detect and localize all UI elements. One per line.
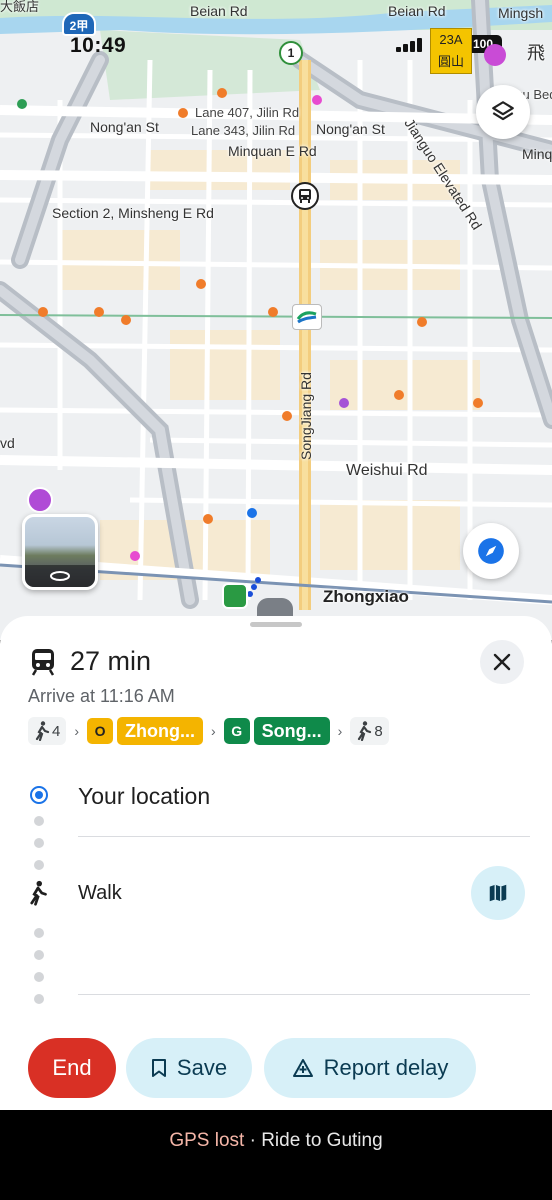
map-label-lane-343: Lane 343, Jilin Rd — [191, 123, 296, 138]
walk-icon — [358, 721, 372, 741]
status-separator: · — [244, 1130, 262, 1151]
restaurant-poi-icon[interactable] — [27, 487, 53, 513]
warning-plus-icon — [292, 1059, 313, 1077]
show-on-map-button[interactable] — [471, 866, 525, 920]
map-view[interactable]: 大飯店 Beian Rd Beian Rd Mingsh Nong'an St … — [0, 0, 552, 640]
walk-end-minutes: 8 — [374, 722, 383, 740]
map-label-minquan-e-rd: Minquan E Rd — [228, 143, 317, 159]
map-label-fei: 飛 — [527, 43, 545, 63]
action-bar: End Save Report delay — [0, 1024, 552, 1110]
train-icon — [31, 648, 55, 676]
map-label-minquan-right: Minquan — [522, 146, 552, 162]
trip-summary: 27 min — [30, 646, 151, 677]
chevron-right-icon: › — [337, 723, 343, 739]
bus-icon — [299, 189, 311, 203]
streetview-thumbnail[interactable] — [22, 514, 98, 590]
timeline-dot — [34, 928, 44, 938]
navigation-status-bar[interactable]: GPS lost · Ride to Guting — [0, 1110, 552, 1200]
step-line-green: G Song... — [223, 717, 330, 745]
bus-stop-marker[interactable] — [291, 182, 319, 210]
map-label-beian-rd-right: Beian Rd — [388, 3, 446, 19]
timeline-dot — [34, 838, 44, 848]
save-button-label: Save — [176, 1055, 228, 1080]
origin-dot-icon — [30, 786, 48, 804]
navigation-status-text: GPS lost · Ride to Guting — [0, 1130, 552, 1152]
close-icon — [493, 653, 511, 671]
walk-step-icon — [28, 880, 48, 911]
map-label-nongan-st-left: Nong'an St — [90, 119, 159, 135]
bookmark-icon — [151, 1059, 166, 1077]
compass-icon — [478, 538, 504, 564]
compass-button[interactable] — [463, 523, 519, 579]
ride-destination: Ride to Guting — [261, 1130, 383, 1151]
report-delay-button[interactable]: Report delay — [264, 1038, 476, 1098]
line-code-orange: O — [87, 718, 114, 744]
map-label-lane-407: Lane 407, Jilin Rd — [195, 105, 300, 120]
origin-label[interactable]: Your location — [78, 783, 210, 810]
route-steps[interactable]: 4 › O Zhong... › G Song... › 8 — [28, 717, 389, 745]
step-walk-end: 8 — [350, 717, 389, 745]
end-button-label: End — [52, 1055, 92, 1080]
walk-step-label[interactable]: Walk — [78, 882, 122, 905]
map-label-beian-rd-left: Beian Rd — [190, 3, 248, 19]
map-label-hotel: 大飯店 — [0, 0, 40, 14]
poi-pin-icon[interactable] — [484, 44, 506, 66]
timeline-dot — [34, 994, 44, 1004]
close-button[interactable] — [480, 640, 524, 684]
map-label-weishui-rd: Weishui Rd — [346, 462, 428, 479]
map-label-vd: vd — [0, 435, 15, 451]
map-label-section2-minsheng: Section 2, Minsheng E Rd — [52, 205, 214, 221]
signal-icon — [396, 38, 424, 52]
timeline-dot — [34, 816, 44, 826]
line-code-green: G — [223, 718, 250, 744]
rotate-360-icon — [25, 565, 95, 587]
line-name-green: Song... — [253, 717, 330, 745]
divider — [78, 836, 530, 837]
timeline-dot — [34, 972, 44, 982]
arrival-time: Arrive at 11:16 AM — [28, 686, 175, 706]
metro-station-marker[interactable] — [292, 304, 322, 330]
chevron-right-icon: › — [211, 723, 216, 739]
divider — [78, 994, 530, 995]
report-delay-label: Report delay — [323, 1055, 449, 1080]
end-button[interactable]: End — [28, 1038, 116, 1098]
route-shield-2jia: 2甲 — [62, 12, 96, 36]
step-walk-start: 4 — [28, 717, 67, 745]
step-line-orange: O Zhong... — [87, 717, 203, 745]
walk-icon — [35, 721, 50, 741]
timeline-dot — [34, 950, 44, 960]
walk-icon — [30, 880, 47, 906]
chevron-right-icon: › — [74, 723, 80, 739]
save-button[interactable]: Save — [126, 1038, 252, 1098]
map-label-songjiang-rd: SongJiang Rd — [298, 372, 314, 460]
drag-handle[interactable] — [250, 622, 302, 627]
station-sign-code: 23A — [439, 32, 463, 47]
layers-icon — [492, 101, 514, 121]
map-icon — [489, 884, 507, 902]
line-name-orange: Zhong... — [117, 717, 203, 745]
station-sign-name: 圓山 — [437, 54, 464, 69]
layers-button[interactable] — [476, 85, 530, 139]
metro-station-icon — [296, 311, 317, 324]
gps-status: GPS lost — [169, 1130, 245, 1151]
map-label-nongan-st-right: Nong'an St — [316, 121, 385, 137]
trip-duration: 27 min — [70, 646, 152, 676]
map-label-zhongxiao: Zhongxiao — [323, 587, 409, 606]
route-timeline — [30, 786, 48, 1046]
timeline-dot — [34, 860, 44, 870]
station-sign: 23A 圓山 — [430, 28, 472, 74]
route-circle-1: 1 — [279, 41, 303, 65]
station-exit-icon[interactable] — [222, 583, 248, 609]
walk-start-minutes: 4 — [52, 722, 61, 740]
map-label-mingsh: Mingsh — [498, 5, 544, 21]
